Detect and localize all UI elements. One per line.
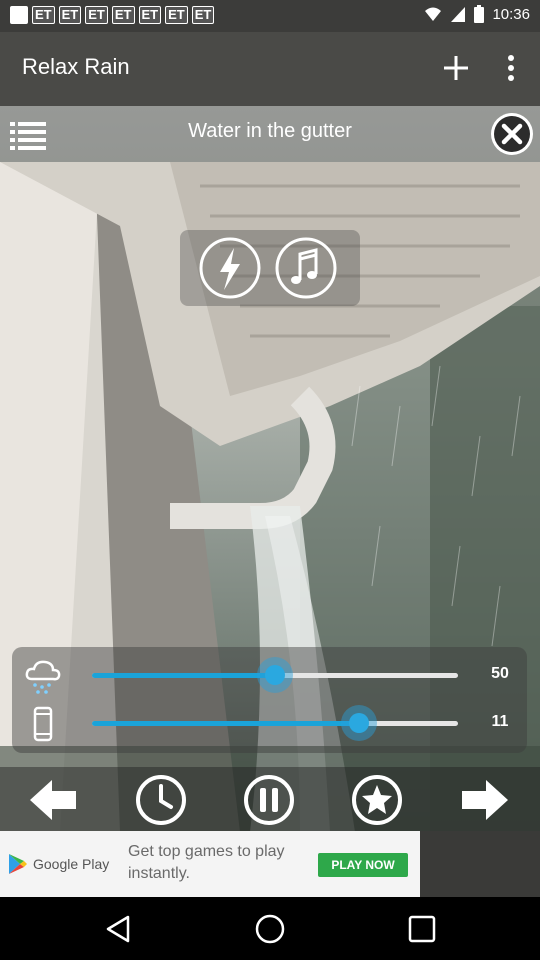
rain-volume-fill	[92, 673, 275, 678]
close-circle-icon	[491, 113, 533, 155]
ad-banner[interactable]: Google Play Get top games to play instan…	[0, 831, 420, 897]
rain-volume-slider[interactable]	[92, 657, 458, 693]
phone-volume-fill	[92, 721, 360, 726]
music-note-icon	[275, 237, 337, 299]
rain-volume-row: 50	[12, 653, 527, 699]
notification-et-icon: ET	[58, 6, 82, 24]
nav-back-button[interactable]	[100, 911, 136, 947]
add-button[interactable]	[436, 48, 476, 88]
more-options-button[interactable]	[496, 48, 526, 88]
music-effect-button[interactable]	[274, 236, 338, 300]
previous-button[interactable]	[26, 773, 80, 827]
arrow-left-icon	[30, 780, 76, 820]
pause-button[interactable]	[242, 773, 296, 827]
track-bar: Water in the gutter	[0, 106, 540, 162]
arrow-right-icon	[462, 780, 508, 820]
plus-icon	[444, 56, 468, 80]
notification-square-icon	[10, 6, 28, 24]
notification-icons: ET ET ET ET ET ET ET	[10, 6, 215, 24]
phone-volume-thumb[interactable]	[341, 705, 378, 741]
status-time: 10:36	[492, 5, 530, 23]
phone-icon	[24, 705, 62, 743]
wifi-icon	[425, 7, 442, 21]
phone-volume-value: 11	[491, 713, 509, 730]
ad-area: Google Play Get top games to play instan…	[0, 831, 540, 897]
play-now-button[interactable]: PLAY NOW	[318, 853, 408, 877]
ad-text: Get top games to play instantly.	[128, 843, 285, 882]
notification-et-icon: ET	[138, 6, 162, 24]
nav-home-button[interactable]	[252, 911, 288, 947]
back-triangle-icon	[106, 915, 130, 943]
playback-controls	[0, 767, 540, 831]
app-title: Relax Rain	[22, 54, 130, 79]
notification-et-icon: ET	[111, 6, 135, 24]
notification-et-icon: ET	[85, 6, 108, 24]
nav-recents-button[interactable]	[404, 911, 440, 947]
pause-icon	[244, 775, 294, 825]
lightning-effect-button[interactable]	[198, 236, 262, 300]
signal-icon	[451, 7, 466, 22]
effects-panel	[180, 230, 360, 306]
track-title: Water in the gutter	[188, 120, 352, 142]
rain-volume-value: 50	[491, 665, 509, 682]
next-button[interactable]	[458, 773, 512, 827]
home-circle-icon	[255, 914, 285, 944]
google-play-label: Google Play	[33, 856, 110, 872]
close-track-button[interactable]	[488, 110, 536, 158]
star-icon	[352, 775, 402, 825]
notification-et-icon: ET	[32, 6, 55, 24]
status-bar: ET ET ET ET ET ET ET 10:36	[0, 0, 540, 32]
notification-et-icon: ET	[165, 6, 188, 24]
app-bar: Relax Rain	[0, 32, 540, 106]
recents-square-icon	[408, 915, 436, 943]
favorite-button[interactable]	[350, 773, 404, 827]
lightning-icon	[199, 237, 261, 299]
google-play-icon	[9, 854, 27, 874]
battery-icon	[474, 5, 485, 23]
rain-cloud-icon	[24, 657, 62, 695]
google-play-logo: Google Play	[8, 853, 109, 875]
system-status: 10:36	[424, 5, 530, 23]
notification-et-icon: ET	[191, 6, 215, 24]
phone-volume-slider[interactable]	[92, 705, 458, 741]
timer-icon	[136, 775, 186, 825]
timer-button[interactable]	[134, 773, 188, 827]
rain-volume-thumb[interactable]	[257, 657, 293, 693]
more-vert-icon	[508, 55, 514, 81]
system-nav-bar	[0, 897, 540, 960]
phone-volume-row: 11	[12, 701, 527, 747]
volume-panel: 50 11	[12, 647, 527, 753]
